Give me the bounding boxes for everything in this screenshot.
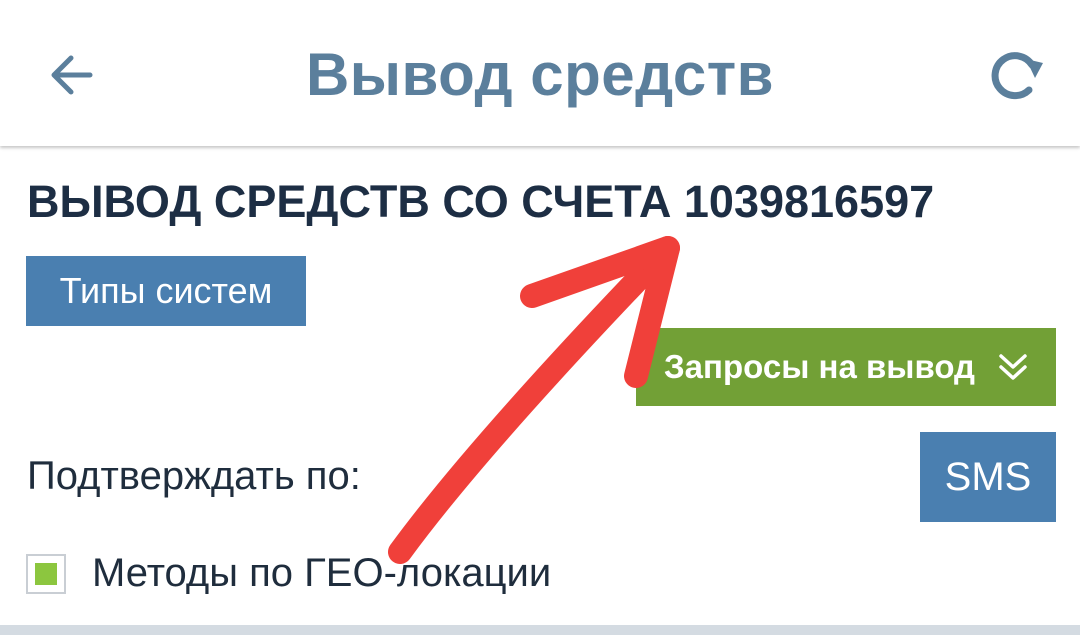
account-heading: ВЫВОД СРЕДСТВ СО СЧЕТА 1039816597 xyxy=(27,176,935,227)
confirm-method-sms-button[interactable]: SMS xyxy=(920,432,1056,522)
page-title: Вывод средств xyxy=(305,41,775,108)
system-types-button[interactable]: Типы систем xyxy=(26,256,306,326)
geo-methods-label: Методы по ГЕО-локации xyxy=(92,551,552,595)
refresh-button[interactable] xyxy=(980,42,1050,112)
checkbox-checked-mark xyxy=(35,563,57,585)
withdraw-form: ВЫВОД СРЕДСТВ СО СЧЕТА 1039816597 Типы с… xyxy=(0,146,1080,635)
geo-methods-checkbox[interactable] xyxy=(26,554,66,594)
chevron-double-down-icon xyxy=(999,354,1027,380)
app-bar: Вывод средств xyxy=(0,0,1080,146)
withdraw-requests-button[interactable]: Запросы на вывод xyxy=(636,328,1056,406)
refresh-icon xyxy=(991,52,1043,100)
section-divider xyxy=(0,625,1080,635)
withdraw-requests-label: Запросы на вывод xyxy=(664,348,975,385)
confirm-by-label: Подтверждать по: xyxy=(27,454,361,498)
